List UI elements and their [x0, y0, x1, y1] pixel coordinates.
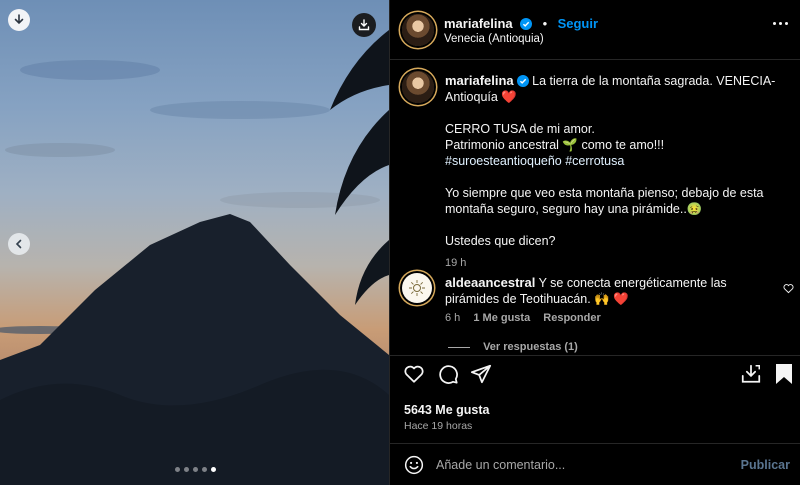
caption-time[interactable]: 19 h: [445, 255, 790, 271]
publish-button[interactable]: Publicar: [741, 458, 790, 472]
comment-meta: 6 h 1 Me gusta Responder: [445, 312, 601, 324]
follow-button[interactable]: Seguir: [558, 16, 598, 31]
comment: aldeaancestral Y se conecta energéticame…: [445, 275, 770, 307]
carousel-dot: [193, 467, 198, 472]
download-tray-icon: [358, 19, 370, 31]
post-media[interactable]: [0, 0, 389, 485]
comment-composer: Publicar: [390, 444, 800, 485]
post-header: mariafelina • Seguir Venecia (Antioquia): [390, 0, 800, 60]
comment-username[interactable]: aldeaancestral: [445, 275, 535, 290]
save-media-button[interactable]: [352, 13, 376, 37]
caption-line: Patrimonio ancestral 🌱 como te amo!!!: [445, 138, 665, 152]
emoji-smiley-icon[interactable]: [404, 455, 424, 475]
carousel-dot-active: [211, 467, 216, 472]
chevron-left-icon: [15, 239, 22, 249]
view-replies-label: Ver respuestas (1): [483, 341, 578, 353]
comment-bubble-icon[interactable]: [437, 363, 459, 385]
carousel-indicator: [175, 467, 216, 472]
view-replies-button[interactable]: Ver respuestas (1): [448, 341, 578, 353]
location-link[interactable]: Venecia (Antioquia): [444, 33, 544, 45]
carousel-dot: [202, 467, 207, 472]
share-send-icon[interactable]: [470, 363, 492, 385]
header-separator: •: [542, 16, 548, 31]
reply-button[interactable]: Responder: [543, 312, 600, 324]
comment-avatar[interactable]: [402, 273, 432, 303]
like-count[interactable]: 5643 Me gusta: [404, 403, 489, 417]
like-heart-icon[interactable]: [403, 363, 425, 385]
comment-likes[interactable]: 1 Me gusta: [473, 312, 530, 324]
download-tray-icon[interactable]: [740, 363, 762, 385]
download-button[interactable]: [8, 9, 30, 31]
bookmark-icon[interactable]: [774, 363, 794, 385]
divider: [390, 355, 800, 356]
comment-like-heart-icon[interactable]: [783, 283, 794, 294]
caption-avatar[interactable]: [402, 71, 434, 103]
verified-badge-icon: [516, 75, 529, 87]
hashtags-link[interactable]: #suroesteantioqueño #cerrotusa: [445, 154, 624, 168]
sun-logo-icon: [409, 280, 425, 296]
mountain-photo: [0, 30, 389, 485]
caption-line: CERRO TUSA de mi amor.: [445, 122, 595, 136]
comment-input[interactable]: [436, 454, 736, 476]
verified-badge-icon: [520, 18, 533, 30]
caption: mariafelina La tierra de la montaña sagr…: [445, 73, 790, 271]
caption-line: Yo siempre que veo esta montaña pienso; …: [445, 186, 764, 216]
more-horizontal-icon[interactable]: [773, 22, 788, 25]
post-panel: mariafelina • Seguir Venecia (Antioquia)…: [389, 0, 800, 485]
header-username[interactable]: mariafelina: [444, 16, 513, 31]
caption-line: Ustedes que dicen?: [445, 234, 556, 248]
replies-line: [448, 346, 470, 348]
comments-area[interactable]: mariafelina La tierra de la montaña sagr…: [390, 61, 800, 355]
carousel-prev-button[interactable]: [8, 233, 30, 255]
carousel-dot: [184, 467, 189, 472]
avatar[interactable]: [402, 14, 434, 46]
download-arrow-icon: [14, 14, 24, 25]
action-bar: [390, 363, 800, 393]
carousel-dot: [175, 467, 180, 472]
caption-username[interactable]: mariafelina: [445, 73, 514, 88]
post-timestamp[interactable]: Hace 19 horas: [404, 420, 472, 432]
comment-time[interactable]: 6 h: [445, 312, 460, 324]
